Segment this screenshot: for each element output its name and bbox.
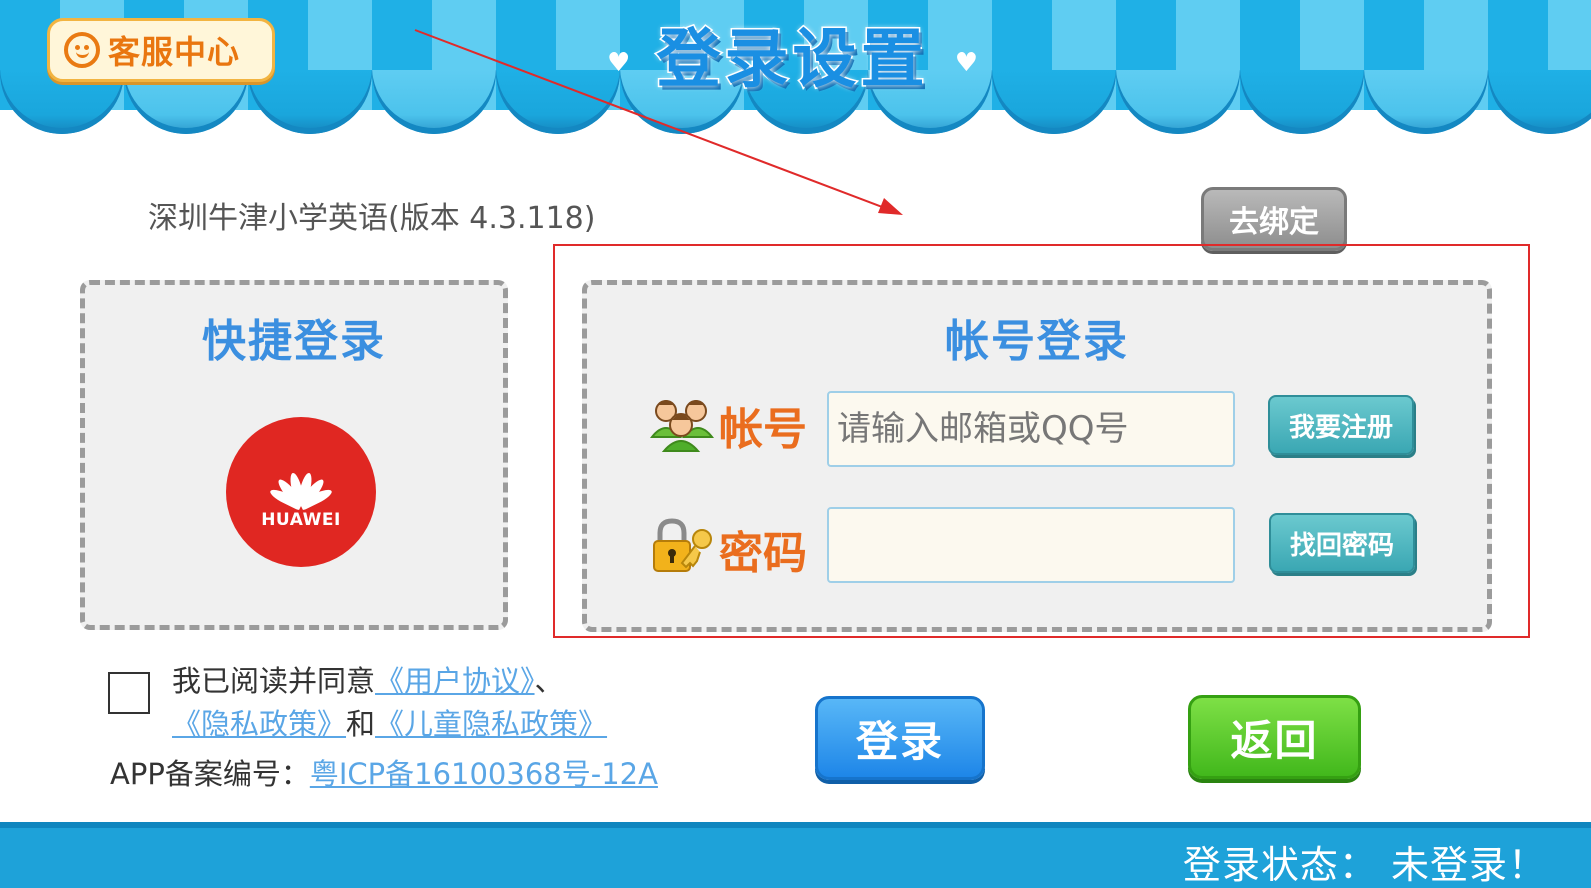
agreement-separator: 、 <box>534 664 564 698</box>
status-bar: 登录状态： 未登录！ <box>0 822 1591 888</box>
customer-service-button[interactable]: 客服中心 <box>47 18 275 82</box>
filing-line: APP备案编号：粤ICP备16100368号-12A <box>110 751 658 793</box>
heart-icon: ♥ <box>954 48 978 78</box>
huawei-logo-icon <box>259 454 343 511</box>
child-privacy-policy-link[interactable]: 《儿童隐私政策》 <box>375 707 607 741</box>
page-title: 登录设置 <box>655 22 929 99</box>
heart-icon: ♥ <box>607 48 631 78</box>
annotation-highlight-box <box>553 244 1530 638</box>
agreement-line-2: 《隐私政策》和《儿童隐私政策》 <box>172 701 607 743</box>
customer-service-label: 客服中心 <box>108 33 241 71</box>
app-version: 深圳牛津小学英语(版本 4.3.118) <box>148 201 596 236</box>
page-title-banner: ♥ 登录设置 ♥ <box>605 8 980 100</box>
agreement-prefix: 我已阅读并同意 <box>172 664 376 698</box>
privacy-policy-link[interactable]: 《隐私政策》 <box>172 707 346 741</box>
unbind-button[interactable]: 去绑定 <box>1201 187 1347 251</box>
agreement-and: 和 <box>346 707 376 741</box>
huawei-label: HUAWEI <box>261 510 341 530</box>
user-agreement-link[interactable]: 《用户协议》 <box>375 664 535 698</box>
quick-login-panel: 快捷登录 HUAWEI <box>80 280 508 630</box>
agreement-checkbox[interactable] <box>108 672 150 714</box>
back-button[interactable]: 返回 <box>1188 695 1361 779</box>
login-button[interactable]: 登录 <box>815 696 985 780</box>
filing-label: APP备案编号： <box>110 757 310 791</box>
smiley-icon <box>64 32 100 68</box>
login-status: 登录状态： 未登录！ <box>1182 843 1547 887</box>
agreement-line-1: 我已阅读并同意《用户协议》、 <box>172 658 564 700</box>
filing-number-link[interactable]: 粤ICP备16100368号-12A <box>310 757 658 791</box>
quick-login-title: 快捷登录 <box>202 316 386 367</box>
huawei-login-button[interactable]: HUAWEI <box>226 417 376 567</box>
